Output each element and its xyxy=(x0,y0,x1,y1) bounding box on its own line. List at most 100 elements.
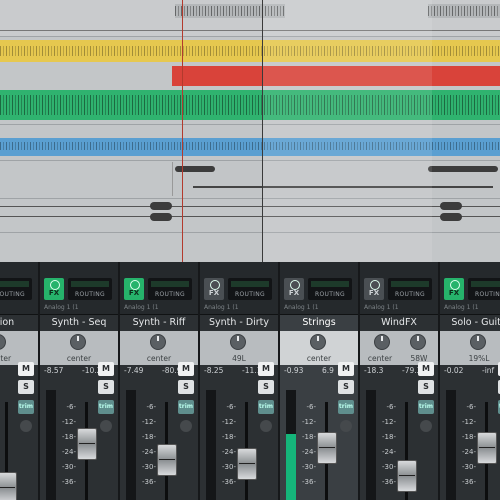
strip-header: FX ROUTING Analog 1 (1 xyxy=(40,262,118,315)
waveform xyxy=(428,6,500,16)
input-label[interactable]: Analog 1 (1 xyxy=(364,304,434,312)
pan-knob[interactable] xyxy=(374,334,390,350)
volume-fader[interactable] xyxy=(77,428,97,460)
playhead[interactable] xyxy=(262,0,263,262)
pan-knob[interactable] xyxy=(0,334,6,350)
pan-section: 49L xyxy=(200,331,278,365)
track-name[interactable]: Synth - Dirty xyxy=(200,315,278,331)
mute-button[interactable]: M xyxy=(98,362,114,376)
fx-button[interactable]: FX xyxy=(444,278,464,300)
routing-button[interactable]: ROUTING xyxy=(468,278,500,300)
input-label[interactable]: Analog 1 (1 xyxy=(444,304,500,312)
audio-clip[interactable] xyxy=(428,4,500,18)
volume-fader[interactable] xyxy=(477,432,497,464)
channel-strip-synth-dirty[interactable]: FX ROUTING Analog 1 (1 Synth - Dirty 49L… xyxy=(200,262,280,500)
meter-scale: -6- -12- -18- -24- -30- -36- xyxy=(134,400,156,490)
routing-button[interactable]: ROUTING xyxy=(68,278,112,300)
channel-strip-percussion[interactable]: FX ROUTING ussion center -6--12--18--24-… xyxy=(0,262,40,500)
mute-button[interactable]: M xyxy=(418,362,434,376)
track-name[interactable]: Synth - Riff xyxy=(120,315,198,331)
scale-tick: -18- xyxy=(302,433,316,441)
input-label[interactable] xyxy=(0,304,34,312)
channel-strip-synth-seq[interactable]: FX ROUTING Analog 1 (1 Synth - Seq cente… xyxy=(40,262,120,500)
scale-tick: -30- xyxy=(302,463,316,471)
record-arm-button[interactable] xyxy=(420,420,432,432)
arrange-view[interactable] xyxy=(0,0,500,262)
routing-button[interactable]: ROUTING xyxy=(228,278,272,300)
volume-fader[interactable] xyxy=(317,432,337,464)
channel-strip-solo-guitar[interactable]: FX ROUTING Analog 1 (1 Solo - Guita 19%L… xyxy=(440,262,500,500)
scale-tick: -18- xyxy=(222,433,236,441)
pan-knob[interactable] xyxy=(70,334,86,350)
pan-knob[interactable] xyxy=(310,334,326,350)
volume-fader[interactable] xyxy=(157,444,177,476)
scale-tick: -18- xyxy=(382,433,396,441)
input-label[interactable]: Analog 1 (1 xyxy=(124,304,194,312)
trim-button[interactable]: trim xyxy=(258,400,274,414)
fx-button[interactable]: FX xyxy=(364,278,384,300)
volume-fader[interactable] xyxy=(237,448,257,480)
track-name[interactable]: WindFX xyxy=(360,315,438,331)
input-label[interactable]: Analog 1 (1 xyxy=(44,304,114,312)
record-arm-button[interactable] xyxy=(100,420,112,432)
pan-value: 19%L xyxy=(468,354,490,363)
trim-button[interactable]: trim xyxy=(338,400,354,414)
solo-button[interactable]: S xyxy=(98,380,114,394)
scale-tick: -24- xyxy=(142,448,156,456)
mute-button[interactable]: M xyxy=(338,362,354,376)
trim-button[interactable]: trim xyxy=(18,400,34,414)
routing-label: ROUTING xyxy=(235,291,265,298)
scale-tick: -6- xyxy=(226,403,236,411)
pan-knob[interactable] xyxy=(470,334,486,350)
pan-section: center 58W xyxy=(360,331,438,365)
track-name[interactable]: ussion xyxy=(0,315,38,331)
routing-button[interactable]: ROUTING xyxy=(388,278,432,300)
channel-strip-synth-riff[interactable]: FX ROUTING Analog 1 (1 Synth - Riff cent… xyxy=(120,262,200,500)
fx-button[interactable]: FX xyxy=(284,278,304,300)
track-name[interactable]: Synth - Seq xyxy=(40,315,118,331)
solo-button[interactable]: S xyxy=(178,380,194,394)
track-name[interactable]: Solo - Guita xyxy=(440,315,500,331)
mute-button[interactable]: M xyxy=(18,362,34,376)
channel-strip-windfx[interactable]: FX ROUTING Analog 1 (1 WindFX center 58W… xyxy=(360,262,440,500)
scale-tick: -30- xyxy=(462,463,476,471)
fx-button[interactable]: FX xyxy=(204,278,224,300)
scale-tick: -24- xyxy=(462,448,476,456)
width-knob[interactable] xyxy=(410,334,426,350)
volume-fader[interactable] xyxy=(397,460,417,492)
input-label[interactable]: Analog 1 (1 xyxy=(284,304,354,312)
solo-button[interactable]: S xyxy=(258,380,274,394)
trim-button[interactable]: trim xyxy=(98,400,114,414)
midi-note xyxy=(150,202,172,210)
trim-button[interactable]: trim xyxy=(178,400,194,414)
record-arm-button[interactable] xyxy=(20,420,32,432)
power-icon xyxy=(130,280,140,290)
trim-button[interactable]: trim xyxy=(418,400,434,414)
routing-button[interactable]: ROUTING xyxy=(0,278,32,300)
volume-fader[interactable] xyxy=(0,472,17,500)
input-label[interactable]: Analog 1 (1 xyxy=(204,304,274,312)
solo-button[interactable]: S xyxy=(18,380,34,394)
mute-button[interactable]: M xyxy=(178,362,194,376)
scale-tick: -30- xyxy=(222,463,236,471)
fx-button[interactable]: FX xyxy=(124,278,144,300)
edit-cursor[interactable] xyxy=(182,0,183,262)
scale-tick: -24- xyxy=(222,448,236,456)
solo-button[interactable]: S xyxy=(338,380,354,394)
scale-tick: -24- xyxy=(302,448,316,456)
scale-tick: -30- xyxy=(142,463,156,471)
mute-button[interactable]: M xyxy=(258,362,274,376)
solo-button[interactable]: S xyxy=(418,380,434,394)
routing-button[interactable]: ROUTING xyxy=(148,278,192,300)
loop-region[interactable] xyxy=(262,0,432,262)
record-arm-button[interactable] xyxy=(340,420,352,432)
channel-strip-strings[interactable]: FX ROUTING Analog 1 (1 Strings center -0… xyxy=(280,262,360,500)
track-name[interactable]: Strings xyxy=(280,315,358,331)
record-arm-button[interactable] xyxy=(260,420,272,432)
routing-button[interactable]: ROUTING xyxy=(308,278,352,300)
fx-button[interactable]: FX xyxy=(44,278,64,300)
record-arm-button[interactable] xyxy=(180,420,192,432)
pan-knob[interactable] xyxy=(150,334,166,350)
pan-knob[interactable] xyxy=(230,334,246,350)
power-icon xyxy=(210,280,220,290)
